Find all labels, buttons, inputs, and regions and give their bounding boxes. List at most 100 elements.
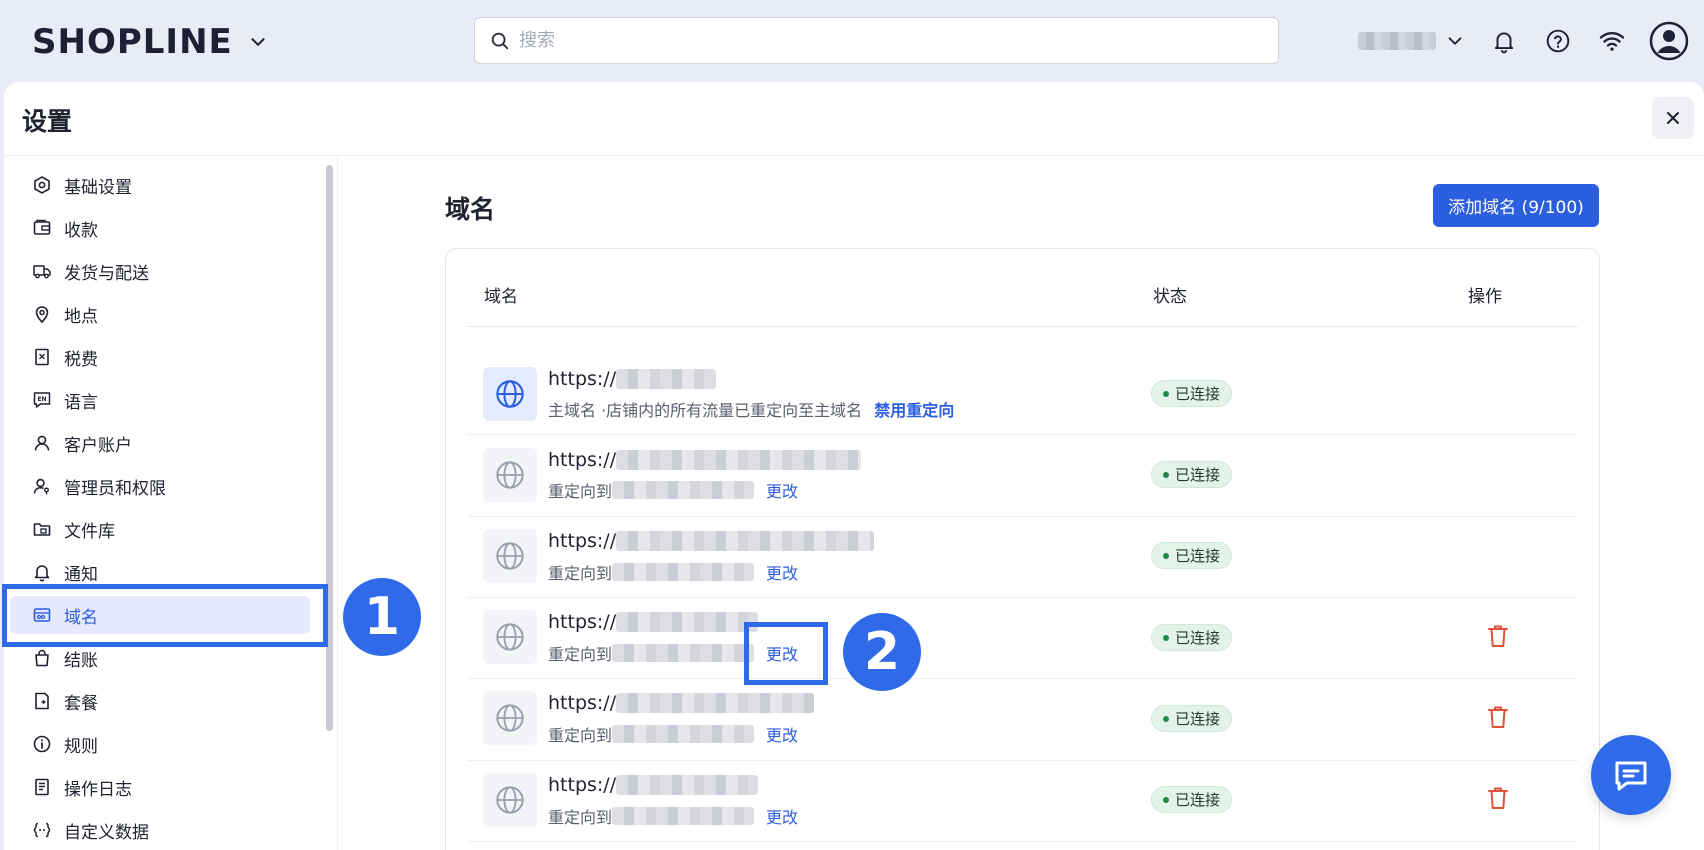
annotation-box-1 bbox=[2, 584, 328, 647]
help-button[interactable] bbox=[1540, 23, 1576, 59]
log-icon bbox=[32, 777, 52, 797]
delete-domain-button[interactable] bbox=[1485, 784, 1511, 812]
domain-note: 主域名 ·店铺内的所有流量已重定向至主域名 禁用重定向 bbox=[548, 397, 954, 421]
change-link[interactable]: 更改 bbox=[766, 478, 798, 502]
row-divider bbox=[467, 516, 1578, 517]
note-text: 重定向到 bbox=[548, 564, 613, 583]
blurred-target bbox=[612, 563, 755, 581]
url-prefix: https:// bbox=[548, 692, 617, 714]
table-header-divider bbox=[467, 326, 1578, 327]
top-bar: SHOPLINE bbox=[0, 0, 1704, 82]
column-header-action: 操作 bbox=[1468, 287, 1502, 307]
close-button[interactable] bbox=[1652, 97, 1694, 139]
blurred-target bbox=[612, 725, 755, 743]
custom-data-icon bbox=[32, 820, 52, 840]
status-text: 已连接 bbox=[1175, 791, 1221, 809]
truck-icon bbox=[32, 261, 52, 281]
url-prefix: https:// bbox=[548, 449, 617, 471]
blurred-domain bbox=[616, 775, 759, 795]
sidebar-item-taxes[interactable]: 税费 bbox=[10, 338, 310, 376]
search-box[interactable] bbox=[474, 17, 1279, 64]
domain-url: https:// bbox=[548, 692, 815, 714]
annotation-marker-1: 1 bbox=[343, 578, 421, 656]
domain-url: https:// bbox=[548, 368, 717, 390]
notification-button[interactable] bbox=[1486, 23, 1522, 59]
row-divider bbox=[467, 597, 1578, 598]
network-status-button[interactable] bbox=[1594, 23, 1630, 59]
trash-icon bbox=[1488, 625, 1508, 647]
shopline-logo[interactable]: SHOPLINE bbox=[32, 22, 269, 62]
note-text: 重定向到 bbox=[548, 645, 613, 664]
change-link[interactable]: 更改 bbox=[766, 722, 798, 746]
status-badge: 已连接 bbox=[1151, 542, 1233, 569]
chat-icon bbox=[1615, 761, 1647, 791]
chevron-down-icon[interactable] bbox=[247, 31, 269, 53]
page-title: 设置 bbox=[22, 107, 73, 136]
logo-text: SHOPLINE bbox=[32, 22, 233, 62]
help-icon bbox=[1546, 29, 1570, 53]
sidebar-item-payments[interactable]: 收款 bbox=[10, 209, 310, 247]
store-switcher[interactable] bbox=[1358, 30, 1466, 52]
status-badge: 已连接 bbox=[1151, 380, 1233, 407]
add-domain-button[interactable]: 添加域名 (9/100) bbox=[1433, 184, 1599, 227]
change-link[interactable]: 更改 bbox=[766, 560, 798, 584]
sidebar-item-label: 自定义数据 bbox=[64, 822, 149, 843]
sidebar-item-customer-accounts[interactable]: 客户账户 bbox=[10, 424, 310, 462]
url-prefix: https:// bbox=[548, 530, 617, 552]
status-dot bbox=[1163, 552, 1169, 559]
domain-note: 重定向到 更改 bbox=[548, 560, 798, 584]
location-pin-icon bbox=[32, 304, 52, 324]
status-dot bbox=[1163, 796, 1169, 803]
delete-domain-button[interactable] bbox=[1485, 622, 1511, 650]
sidebar-item-plans[interactable]: 套餐 bbox=[10, 682, 310, 720]
sidebar-item-label: 税费 bbox=[64, 349, 98, 370]
close-icon bbox=[1667, 112, 1679, 124]
delete-domain-button[interactable] bbox=[1485, 703, 1511, 731]
column-header-domain: 域名 bbox=[484, 287, 518, 307]
status-dot bbox=[1163, 390, 1169, 397]
sidebar-item-shipping[interactable]: 发货与配送 bbox=[10, 252, 310, 290]
bag-icon bbox=[32, 648, 52, 668]
globe-icon bbox=[483, 448, 537, 502]
sidebar-item-languages[interactable]: EN 语言 bbox=[10, 381, 310, 419]
settings-sidebar: 基础设置 收款 发货与配送 地点 税费 EN 语言 客户账户 管理员和权限 文件… bbox=[4, 157, 338, 850]
sidebar-item-policies[interactable]: 规则 bbox=[10, 725, 310, 763]
status-text: 已连接 bbox=[1175, 385, 1221, 403]
bell-icon bbox=[32, 562, 52, 582]
note-text: 重定向到 bbox=[548, 726, 613, 745]
domain-url: https:// bbox=[548, 449, 862, 471]
domains-title: 域名 bbox=[445, 195, 496, 224]
sidebar-item-label: 规则 bbox=[64, 736, 98, 757]
sidebar-item-files[interactable]: 文件库 bbox=[10, 510, 310, 548]
sidebar-item-label: 操作日志 bbox=[64, 779, 132, 800]
change-link[interactable]: 更改 bbox=[766, 804, 798, 828]
sidebar-item-label: 客户账户 bbox=[64, 435, 132, 456]
domain-note: 重定向到 更改 bbox=[548, 722, 798, 746]
wifi-icon bbox=[1599, 32, 1625, 51]
svg-text:EN: EN bbox=[37, 396, 46, 403]
sidebar-item-activity-log[interactable]: 操作日志 bbox=[10, 768, 310, 806]
status-dot bbox=[1163, 634, 1169, 641]
sidebar-item-custom-data[interactable]: 自定义数据 bbox=[10, 811, 310, 849]
globe-icon bbox=[483, 773, 537, 827]
user-avatar[interactable] bbox=[1648, 20, 1690, 62]
sidebar-item-locations[interactable]: 地点 bbox=[10, 295, 310, 333]
sidebar-item-label: 语言 bbox=[64, 392, 98, 413]
row-divider bbox=[467, 678, 1578, 679]
status-dot bbox=[1163, 471, 1169, 478]
sidebar-item-label: 地点 bbox=[64, 306, 98, 327]
plan-icon bbox=[32, 691, 52, 711]
chat-button[interactable] bbox=[1591, 735, 1671, 815]
status-badge: 已连接 bbox=[1151, 461, 1233, 488]
annotation-marker-2: 2 bbox=[843, 613, 921, 691]
search-input[interactable] bbox=[519, 30, 1219, 51]
domain-url: https:// bbox=[548, 530, 875, 552]
sidebar-item-basic-settings[interactable]: 基础设置 bbox=[10, 166, 310, 204]
domain-url: https:// bbox=[548, 611, 759, 633]
sidebar-item-label: 结账 bbox=[64, 650, 98, 671]
sidebar-item-label: 套餐 bbox=[64, 693, 98, 714]
domain-note: 重定向到 更改 bbox=[548, 478, 798, 502]
sidebar-item-admins-permissions[interactable]: 管理员和权限 bbox=[10, 467, 310, 505]
disable-redirect-link[interactable]: 禁用重定向 bbox=[874, 397, 954, 421]
store-name-blurred bbox=[1358, 32, 1436, 50]
